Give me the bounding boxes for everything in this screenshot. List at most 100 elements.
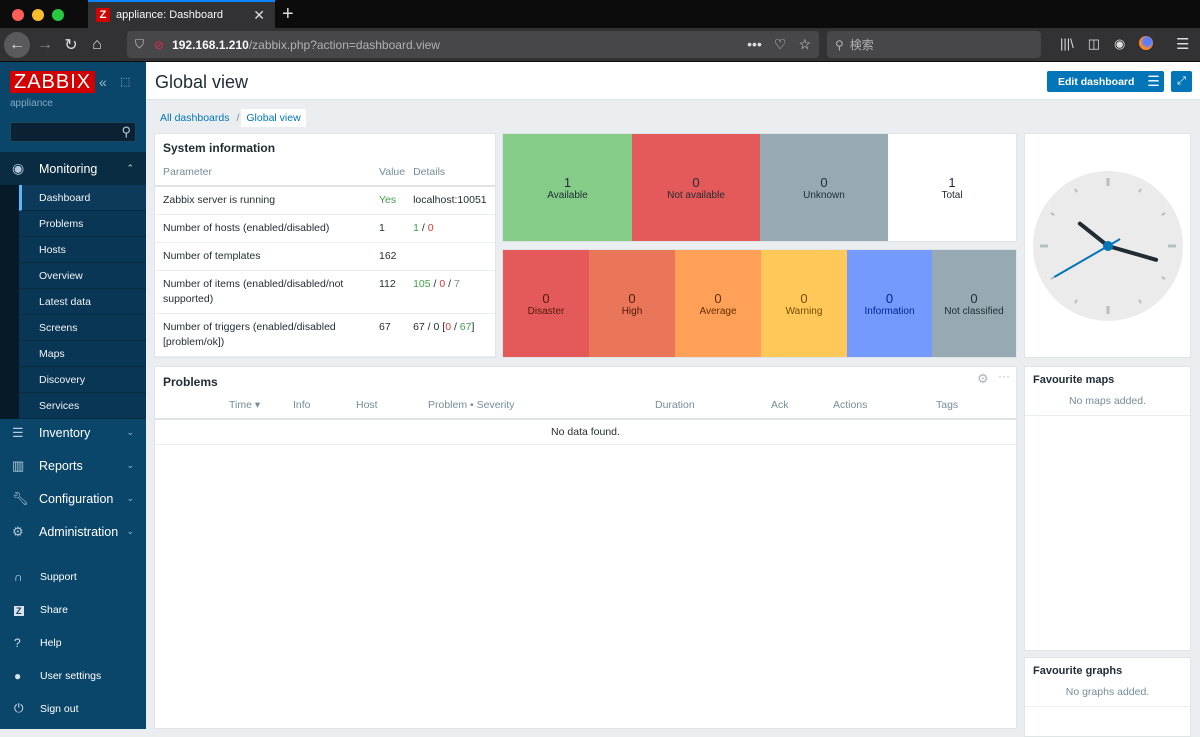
url-bar[interactable]: ⛉ ⊘ 192.168.1.210 /zabbix.php?action=das… [127,31,819,58]
url-host: 192.168.1.210 [172,37,249,52]
col-duration: Duration [655,399,695,411]
widget-title: Favourite graphs [1033,665,1123,677]
submenu-item-maps[interactable]: Maps [19,341,146,367]
menu-sign-out[interactable]: ⏻ Sign out [0,692,146,725]
problems-by-severity-widget: 0 Disaster 0 High 0 Average 0 Warning 0 … [502,249,1017,358]
tile-count: 0 [692,174,700,190]
col-details: Details [409,162,495,187]
param-cell: Number of users (online) [155,356,375,357]
breadcrumb-global-view[interactable]: Global view [241,109,306,127]
details-cell: 105 / 0 / 7 [409,270,495,314]
window-zoom-button[interactable] [52,9,64,21]
tile-warning[interactable]: 0 Warning [761,250,847,357]
submenu-item-screens[interactable]: Screens [19,315,146,341]
search-icon: ⚲ [835,37,844,52]
tile-not-classified[interactable]: 0 Not classified [932,250,1016,357]
bookmark-star-icon[interactable]: ☆ [798,36,811,53]
pocket-icon[interactable]: ♡ [774,36,787,53]
library-icon[interactable]: |||\ [1060,36,1074,52]
page-actions-icon[interactable]: ••• [747,36,762,53]
col-time[interactable]: Time ▾ [229,394,260,418]
tile-label: High [621,305,643,317]
breadcrumb: All dashboards / Global view [155,109,306,127]
menu-configuration[interactable]: 🔧︎ Configuration ⌄ [0,482,146,515]
menu-user-settings[interactable]: ● User settings [0,659,146,692]
close-tab-icon[interactable]: ✕ [253,7,265,24]
home-icon[interactable]: ⌂ [84,32,110,58]
menu-inventory[interactable]: ☰ Inventory ⌄ [0,416,146,449]
tile-unknown[interactable]: 0 Unknown [760,134,888,241]
tile-not-available[interactable]: 0 Not available [632,134,760,241]
table-row: Number of items (enabled/disabled/not su… [155,270,495,314]
submenu-item-dashboard[interactable]: Dashboard [19,185,146,211]
tile-total[interactable]: 1 Total [888,134,1016,241]
menu-reports[interactable]: ▥ Reports ⌄ [0,449,146,482]
insecure-lock-icon[interactable]: ⊘ [154,38,164,52]
shield-icon[interactable]: ⛉ [135,37,144,52]
menu-monitoring[interactable]: ◉ Monitoring ⌃ [0,152,146,185]
browser-tab[interactable]: Z appliance: Dashboard ✕ [88,0,275,28]
submenu-item-latest-data[interactable]: Latest data [19,289,146,315]
fullscreen-icon[interactable]: ⤢ [1171,71,1192,92]
col-tags: Tags [936,399,959,411]
ok-count: 67 [459,321,472,333]
details-cell: 1 / 0 [409,214,495,243]
widget-title: System information [163,141,276,155]
empty-message: No maps added. [1025,393,1190,416]
zabbix-logo[interactable]: ZABBIX [10,71,96,93]
tile-label: Warning [785,305,823,317]
breadcrumb-all-dashboards[interactable]: All dashboards [155,110,234,126]
tile-disaster[interactable]: 0 Disaster [503,250,589,357]
back-icon[interactable]: ← [4,32,30,58]
submenu-item-overview[interactable]: Overview [19,263,146,289]
zabbix-favicon-icon: Z [96,8,110,22]
disabled-count: 0 [439,278,446,290]
tile-available[interactable]: 1 Available [503,134,632,241]
menu-user-settings-label: User settings [40,669,102,682]
window-close-button[interactable] [12,9,24,21]
widget-settings-icon[interactable]: ⚙ [977,371,989,387]
menu-help[interactable]: ? Help [0,626,146,659]
tile-count: 0 [970,290,978,306]
tile-high[interactable]: 0 High [589,250,675,357]
menu-administration[interactable]: ⚙ Administration ⌄ [0,515,146,548]
submenu-item-hosts[interactable]: Hosts [19,237,146,263]
search-bar[interactable]: ⚲ 検索 [827,31,1041,58]
actions-menu-icon[interactable]: ☰ [1143,71,1164,92]
firefox-icon[interactable] [1139,36,1154,50]
reload-icon[interactable]: ↻ [58,32,84,58]
submenu-item-discovery[interactable]: Discovery [19,367,146,393]
menu-inventory-label: Inventory [39,425,91,440]
new-tab-icon[interactable]: + [282,3,294,26]
clock-center [1103,241,1113,251]
list-icon: ☰ [12,424,24,440]
table-row: Number of templates 162 [155,242,495,271]
kiosk-mode-icon[interactable]: ⬚ [120,75,130,88]
chevron-up-icon: ⌃ [126,163,134,173]
submenu-item-problems[interactable]: Problems [19,211,146,237]
menu-support[interactable]: ∩ Support [0,560,146,593]
collapse-sidebar-icon[interactable]: « [99,74,107,90]
tile-label: Disaster [527,305,565,317]
tile-label: Average [699,305,737,317]
tile-average[interactable]: 0 Average [675,250,761,357]
menu-support-label: Support [40,570,77,583]
search-icon[interactable]: ⚲ [121,124,131,140]
value-cell: 1 [375,214,410,243]
tile-label: Not classified [944,305,1004,317]
param-cell: Number of triggers (enabled/disabled [pr… [155,313,375,357]
browser-menu-icon[interactable]: ☰ [1176,35,1189,53]
account-icon[interactable]: ◉ [1114,36,1125,52]
enabled-count: 1 [413,222,419,234]
param-cell: Zabbix server is running [155,186,375,215]
forward-icon[interactable]: → [32,32,58,58]
widget-menu-icon[interactable]: ··· [998,369,1010,383]
sidebar-toggle-icon[interactable]: ◫ [1088,36,1100,52]
sidebar-search-input[interactable]: ⚲ [10,122,136,142]
menu-share[interactable]: Z Share [0,593,146,626]
value-cell: 112 [375,270,410,314]
edit-dashboard-button[interactable]: Edit dashboard [1047,71,1146,92]
window-minimize-button[interactable] [32,9,44,21]
tile-information[interactable]: 0 Information [847,250,932,357]
url-path: /zabbix.php?action=dashboard.view [248,37,440,52]
